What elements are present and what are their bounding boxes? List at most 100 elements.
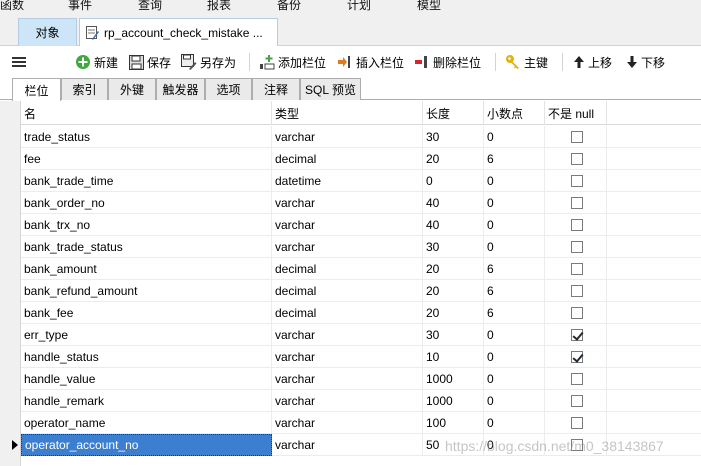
field-length-cell[interactable]: 20 (423, 280, 484, 302)
tab-options[interactable]: 选项 (205, 78, 252, 100)
field-decimals-cell[interactable]: 0 (484, 126, 545, 148)
field-decimals-cell[interactable]: 0 (484, 412, 545, 434)
menu-item-query[interactable]: 查询 (138, 0, 162, 13)
table-row[interactable]: operator_account_no varchar 50 0 (21, 434, 701, 456)
tab-objects[interactable]: 对象 (18, 18, 77, 46)
field-type-cell[interactable]: varchar (272, 434, 423, 456)
move-up-button[interactable]: 上移 (573, 52, 612, 72)
delete-field-button[interactable]: 删除栏位 (414, 52, 481, 72)
field-name-cell[interactable]: bank_trade_time (21, 170, 272, 192)
column-header-decimals[interactable]: 小数点 (484, 101, 545, 125)
field-type-cell[interactable]: varchar (272, 368, 423, 390)
field-length-cell[interactable]: 40 (423, 192, 484, 214)
not-null-checkbox[interactable] (571, 219, 583, 231)
field-type-cell[interactable]: decimal (272, 148, 423, 170)
column-header-type[interactable]: 类型 (272, 101, 423, 125)
field-type-cell[interactable]: varchar (272, 412, 423, 434)
save-as-button[interactable]: 另存为 (181, 52, 236, 72)
not-null-checkbox[interactable] (571, 329, 583, 341)
field-length-cell[interactable]: 0 (423, 170, 484, 192)
not-null-checkbox[interactable] (571, 395, 583, 407)
field-length-cell[interactable]: 30 (423, 126, 484, 148)
field-decimals-cell[interactable]: 6 (484, 280, 545, 302)
field-decimals-cell[interactable]: 0 (484, 390, 545, 412)
table-row[interactable]: fee decimal 20 6 (21, 148, 701, 170)
not-null-checkbox[interactable] (571, 285, 583, 297)
add-field-button[interactable]: 添加栏位 (259, 52, 326, 72)
field-decimals-cell[interactable]: 0 (484, 434, 545, 456)
field-type-cell[interactable]: varchar (272, 236, 423, 258)
field-decimals-cell[interactable]: 0 (484, 170, 545, 192)
field-length-cell[interactable]: 10 (423, 346, 484, 368)
table-row[interactable]: handle_remark varchar 1000 0 (21, 390, 701, 412)
field-name-cell[interactable]: bank_trade_status (21, 236, 272, 258)
field-length-cell[interactable]: 20 (423, 302, 484, 324)
move-down-button[interactable]: 下移 (626, 52, 665, 72)
field-length-cell[interactable]: 100 (423, 412, 484, 434)
not-null-checkbox[interactable] (571, 241, 583, 253)
not-null-checkbox[interactable] (571, 351, 583, 363)
tab-fields[interactable]: 栏位 (12, 78, 61, 101)
field-name-cell[interactable]: operator_account_no (21, 434, 272, 456)
tab-table-design[interactable]: rp_account_check_mistake ... (79, 18, 278, 46)
tab-indexes[interactable]: 索引 (61, 78, 108, 100)
field-type-cell[interactable]: varchar (272, 126, 423, 148)
field-name-cell[interactable]: handle_status (21, 346, 272, 368)
field-name-cell[interactable]: bank_fee (21, 302, 272, 324)
menu-item-events[interactable]: 事件 (68, 0, 92, 13)
menu-item-backup[interactable]: 备份 (277, 0, 301, 13)
field-decimals-cell[interactable]: 0 (484, 214, 545, 236)
hamburger-menu-button[interactable] (12, 52, 29, 72)
not-null-checkbox[interactable] (571, 175, 583, 187)
field-length-cell[interactable]: 1000 (423, 390, 484, 412)
new-button[interactable]: 新建 (75, 52, 118, 72)
field-decimals-cell[interactable]: 0 (484, 368, 545, 390)
field-type-cell[interactable]: varchar (272, 214, 423, 236)
not-null-checkbox[interactable] (571, 307, 583, 319)
not-null-checkbox[interactable] (571, 439, 583, 451)
tab-comment[interactable]: 注释 (252, 78, 300, 100)
field-decimals-cell[interactable]: 6 (484, 148, 545, 170)
not-null-checkbox[interactable] (571, 263, 583, 275)
tab-sql-preview[interactable]: SQL 预览 (300, 78, 361, 100)
tab-triggers[interactable]: 触发器 (156, 78, 205, 100)
field-decimals-cell[interactable]: 0 (484, 192, 545, 214)
field-name-cell[interactable]: bank_amount (21, 258, 272, 280)
table-row[interactable]: trade_status varchar 30 0 (21, 126, 701, 148)
field-length-cell[interactable]: 20 (423, 148, 484, 170)
field-length-cell[interactable]: 30 (423, 324, 484, 346)
field-type-cell[interactable]: varchar (272, 390, 423, 412)
table-row[interactable]: bank_trade_time datetime 0 0 (21, 170, 701, 192)
field-type-cell[interactable]: varchar (272, 346, 423, 368)
table-row[interactable]: bank_fee decimal 20 6 (21, 302, 701, 324)
table-row[interactable]: bank_trx_no varchar 40 0 (21, 214, 701, 236)
not-null-checkbox[interactable] (571, 417, 583, 429)
tab-foreign-keys[interactable]: 外键 (108, 78, 156, 100)
field-type-cell[interactable]: varchar (272, 324, 423, 346)
menu-item-model[interactable]: 模型 (417, 0, 441, 13)
field-name-cell[interactable]: bank_order_no (21, 192, 272, 214)
field-name-cell[interactable]: fee (21, 148, 272, 170)
menu-item-reports[interactable]: 报表 (207, 0, 231, 13)
field-type-cell[interactable]: decimal (272, 302, 423, 324)
field-length-cell[interactable]: 40 (423, 214, 484, 236)
table-row[interactable]: operator_name varchar 100 0 (21, 412, 701, 434)
not-null-checkbox[interactable] (571, 153, 583, 165)
field-length-cell[interactable]: 20 (423, 258, 484, 280)
field-name-cell[interactable]: handle_value (21, 368, 272, 390)
field-decimals-cell[interactable]: 6 (484, 258, 545, 280)
not-null-checkbox[interactable] (571, 373, 583, 385)
field-name-cell[interactable]: err_type (21, 324, 272, 346)
field-decimals-cell[interactable]: 6 (484, 302, 545, 324)
column-header-name[interactable]: 名 (21, 101, 272, 125)
table-row[interactable]: handle_value varchar 1000 0 (21, 368, 701, 390)
field-name-cell[interactable]: operator_name (21, 412, 272, 434)
not-null-checkbox[interactable] (571, 197, 583, 209)
insert-field-button[interactable]: 插入栏位 (337, 52, 404, 72)
table-row[interactable]: bank_order_no varchar 40 0 (21, 192, 701, 214)
field-decimals-cell[interactable]: 0 (484, 236, 545, 258)
table-row[interactable]: bank_refund_amount decimal 20 6 (21, 280, 701, 302)
table-row[interactable]: bank_trade_status varchar 30 0 (21, 236, 701, 258)
field-name-cell[interactable]: trade_status (21, 126, 272, 148)
field-name-cell[interactable]: bank_trx_no (21, 214, 272, 236)
